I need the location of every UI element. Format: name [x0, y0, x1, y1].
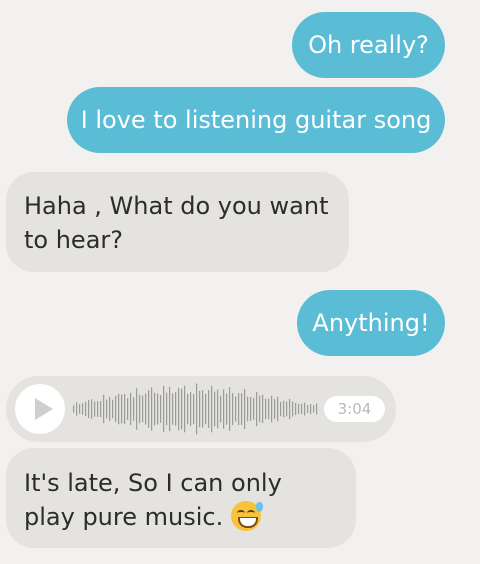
waveform-bar	[148, 390, 150, 428]
waveform-bar	[310, 404, 312, 414]
message-bubble-incoming[interactable]: It's late, So I can only play pure music…	[6, 448, 356, 548]
waveform-bar	[265, 398, 267, 420]
waveform-bar	[241, 392, 243, 426]
waveform-bar	[214, 391, 216, 427]
waveform-bar	[250, 396, 252, 422]
waveform-bar	[211, 385, 213, 433]
voice-message[interactable]: 3:04	[6, 376, 396, 442]
waveform-bar	[169, 386, 171, 432]
waveform-bar	[130, 392, 132, 426]
waveform-bar	[244, 389, 246, 429]
message-text: Haha , What do you want to hear?	[24, 192, 329, 254]
waveform-bar	[154, 392, 156, 426]
waveform-bar	[271, 395, 273, 423]
voice-duration: 3:04	[324, 396, 385, 422]
waveform-bar	[289, 398, 291, 420]
waveform-bar	[205, 393, 207, 425]
waveform-bar	[274, 399, 276, 419]
waveform-bar	[109, 397, 111, 421]
waveform-bar	[163, 385, 165, 433]
waveform-bar	[118, 393, 120, 425]
waveform-bar	[184, 385, 186, 433]
waveform-bar	[175, 392, 177, 426]
waveform-bar	[151, 387, 153, 431]
waveform-bar	[247, 396, 249, 422]
waveform-bar	[100, 400, 102, 418]
waveform-bar	[112, 399, 114, 419]
waveform-bar	[286, 401, 288, 417]
waveform-bar	[88, 399, 90, 419]
waveform-bar	[85, 401, 87, 417]
waveform-bar	[97, 401, 99, 417]
waveform-bar	[115, 395, 117, 423]
waveform-bar	[103, 394, 105, 424]
waveform-bar	[79, 404, 81, 414]
waveform-bar	[82, 403, 84, 415]
waveform-bar	[304, 402, 306, 416]
waveform-bar	[193, 393, 195, 425]
waveform-bar	[190, 392, 192, 426]
message-text: Oh really?	[308, 31, 429, 59]
waveform-bar	[157, 393, 159, 425]
waveform-bar	[280, 401, 282, 417]
message-text: I love to listening guitar song	[80, 106, 432, 134]
waveform-bar	[208, 390, 210, 428]
waveform-bar	[94, 401, 96, 417]
play-button[interactable]	[15, 384, 65, 434]
waveform[interactable]	[71, 379, 321, 439]
waveform-bar	[277, 396, 279, 422]
waveform-bar	[298, 403, 300, 415]
waveform-bar	[106, 399, 108, 419]
waveform-bar	[178, 387, 180, 431]
message-bubble-outgoing[interactable]: I love to listening guitar song	[67, 87, 445, 153]
waveform-bar	[199, 390, 201, 428]
waveform-bar	[268, 398, 270, 420]
waveform-bar	[127, 398, 129, 420]
waveform-bar	[139, 394, 141, 424]
message-text: Anything!	[312, 309, 430, 337]
waveform-bar	[283, 400, 285, 418]
waveform-bar	[121, 394, 123, 424]
waveform-bar	[73, 405, 75, 413]
waveform-bar	[238, 392, 240, 426]
waveform-bar	[232, 393, 234, 425]
waveform-bar	[187, 393, 189, 425]
waveform-bar	[160, 395, 162, 423]
message-bubble-outgoing[interactable]: Anything!	[297, 290, 445, 356]
waveform-bar	[133, 397, 135, 421]
waveform-bar	[166, 392, 168, 426]
play-icon	[35, 398, 53, 420]
waveform-bar	[295, 402, 297, 416]
waveform-bar	[136, 388, 138, 430]
waveform-bar	[226, 393, 228, 425]
grinning-face-with-sweat-icon	[231, 501, 264, 531]
waveform-bar	[145, 393, 147, 425]
waveform-bar	[196, 383, 198, 435]
message-bubble-outgoing[interactable]: Oh really?	[292, 12, 445, 78]
waveform-bar	[316, 403, 318, 415]
waveform-bar	[223, 389, 225, 429]
waveform-bar	[229, 387, 231, 431]
waveform-bar	[124, 394, 126, 424]
waveform-bar	[313, 405, 315, 413]
waveform-bar	[217, 389, 219, 429]
waveform-bar	[235, 396, 237, 422]
waveform-bar	[262, 394, 264, 424]
waveform-bar	[172, 393, 174, 425]
message-bubble-incoming[interactable]: Haha , What do you want to hear?	[6, 172, 349, 272]
waveform-bar	[256, 391, 258, 427]
waveform-bar	[202, 390, 204, 428]
waveform-bar	[142, 395, 144, 423]
waveform-bar	[301, 403, 303, 415]
waveform-bar	[259, 395, 261, 423]
waveform-bar	[181, 388, 183, 430]
waveform-bar	[91, 399, 93, 419]
waveform-bar	[253, 398, 255, 420]
waveform-bar	[292, 401, 294, 417]
waveform-bar	[220, 395, 222, 423]
waveform-bar	[76, 402, 78, 416]
waveform-bar	[307, 405, 309, 413]
